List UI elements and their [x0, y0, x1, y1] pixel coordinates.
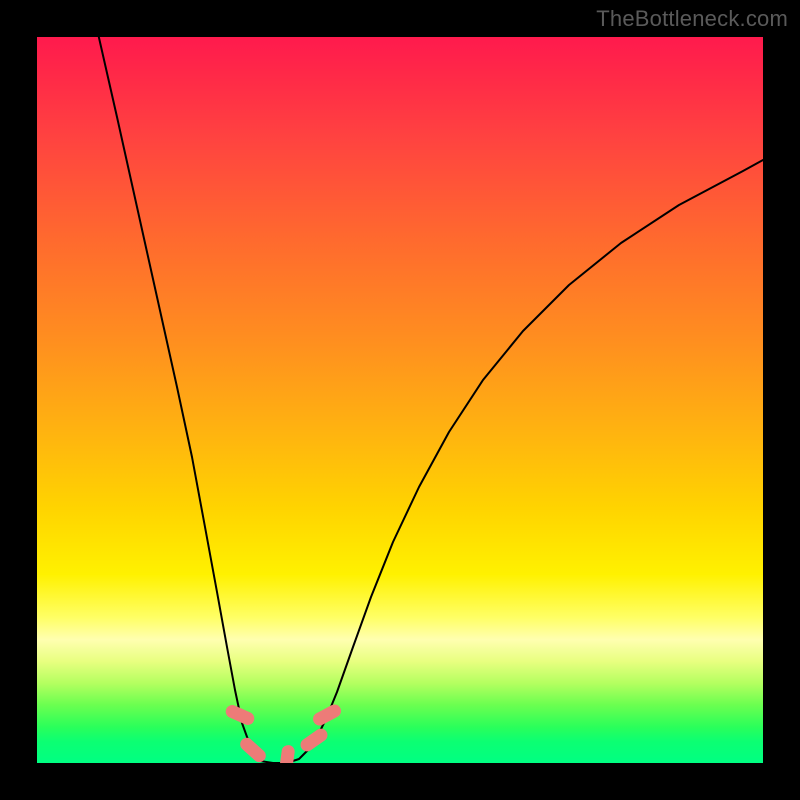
watermark-text: TheBottleneck.com	[596, 6, 788, 32]
curve-marker	[224, 703, 257, 727]
chart-frame: TheBottleneck.com	[0, 0, 800, 800]
plot-area	[37, 37, 763, 763]
curve-markers	[224, 702, 344, 763]
bottleneck-curve	[97, 37, 763, 763]
curve-marker	[238, 735, 269, 763]
curve-marker	[311, 702, 344, 728]
curve-layer	[37, 37, 763, 763]
curve-marker	[298, 726, 330, 754]
curve-marker	[278, 744, 295, 763]
